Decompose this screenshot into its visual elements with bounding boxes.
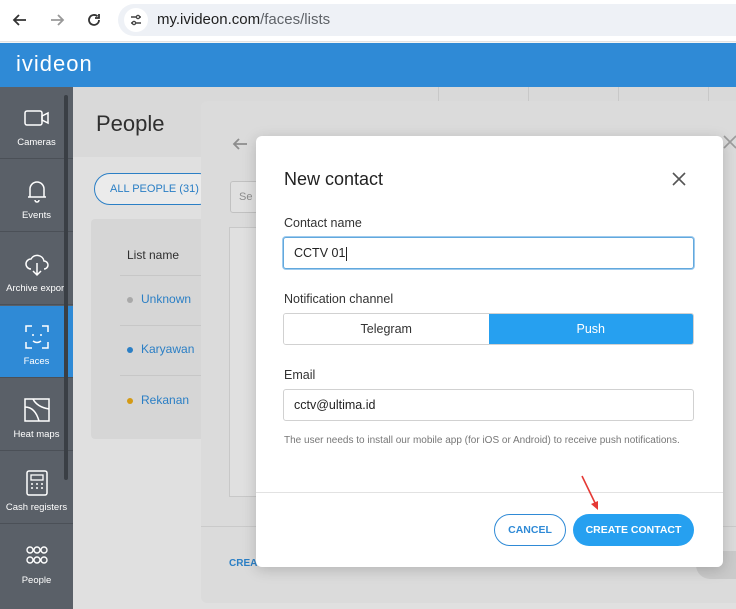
back-button[interactable] xyxy=(8,8,32,32)
sidebar-item-label: Cameras xyxy=(17,137,56,148)
sidebar-item-label: Cash registers xyxy=(5,502,68,513)
cancel-button[interactable]: CANCEL xyxy=(494,514,566,546)
sidebar-item-faces[interactable]: Faces xyxy=(0,306,73,378)
sidebar-item-cameras[interactable]: Cameras xyxy=(0,87,73,159)
sidebar-item-label: Events xyxy=(21,210,52,221)
site-info-icon[interactable] xyxy=(124,8,148,32)
app-header xyxy=(0,43,736,87)
arrow-right-icon xyxy=(51,14,65,26)
reload-icon xyxy=(88,14,100,26)
annotation-arrow-icon xyxy=(581,475,598,510)
sidebar-item-archive-export[interactable]: Archive export xyxy=(0,233,73,305)
sidebar-item-label: Archive export xyxy=(6,283,67,294)
new-contact-dialog: New contact Contact name CCTV 01 Notific… xyxy=(256,136,723,567)
heatmap-icon xyxy=(24,398,50,422)
face-scan-icon xyxy=(25,325,49,349)
cloud-download-icon xyxy=(25,254,49,277)
notification-channel-selector: Telegram Push xyxy=(283,313,694,345)
text-caret xyxy=(346,246,348,261)
forward-button[interactable] xyxy=(45,8,69,32)
divider xyxy=(256,492,723,493)
close-button[interactable] xyxy=(670,170,688,188)
sidebar-item-people[interactable]: People xyxy=(0,525,73,597)
sidebar-item-label: Heat maps xyxy=(13,429,60,440)
ivideon-logo[interactable]: ivideon xyxy=(16,51,93,77)
camera-icon xyxy=(24,110,49,126)
sidebar-item-cash-registers[interactable]: Cash registers xyxy=(0,452,73,524)
url-text: my.ivideon.com/faces/lists xyxy=(157,11,331,28)
email-label: Email xyxy=(284,368,316,382)
close-icon xyxy=(672,172,686,186)
reload-button[interactable] xyxy=(82,8,106,32)
notification-channel-label: Notification channel xyxy=(284,292,394,306)
sidebar-item-label: Faces xyxy=(23,356,50,367)
contact-name-input[interactable]: CCTV 01 xyxy=(283,237,694,269)
sidebar: Cameras Events Archive export Faces Heat… xyxy=(0,87,73,609)
channel-telegram-option[interactable]: Telegram xyxy=(284,314,489,344)
sidebar-item-label: People xyxy=(21,575,52,586)
dialog-title: New contact xyxy=(284,169,384,189)
arrow-left-icon xyxy=(12,14,26,26)
browser-toolbar: my.ivideon.com/faces/lists xyxy=(0,0,736,42)
people-icon xyxy=(26,546,48,564)
sidebar-item-heat-maps[interactable]: Heat maps xyxy=(0,379,73,451)
bell-icon xyxy=(28,181,46,203)
cash-register-icon xyxy=(26,470,48,496)
sidebar-scrollbar[interactable] xyxy=(64,95,68,480)
push-hint-text: The user needs to install our mobile app… xyxy=(284,435,680,446)
email-field[interactable]: cctv@ultima.id xyxy=(283,389,694,421)
contact-name-label: Contact name xyxy=(284,216,362,230)
create-contact-button[interactable]: CREATE CONTACT xyxy=(573,514,694,546)
sidebar-item-events[interactable]: Events xyxy=(0,160,73,232)
channel-push-option[interactable]: Push xyxy=(488,314,693,344)
